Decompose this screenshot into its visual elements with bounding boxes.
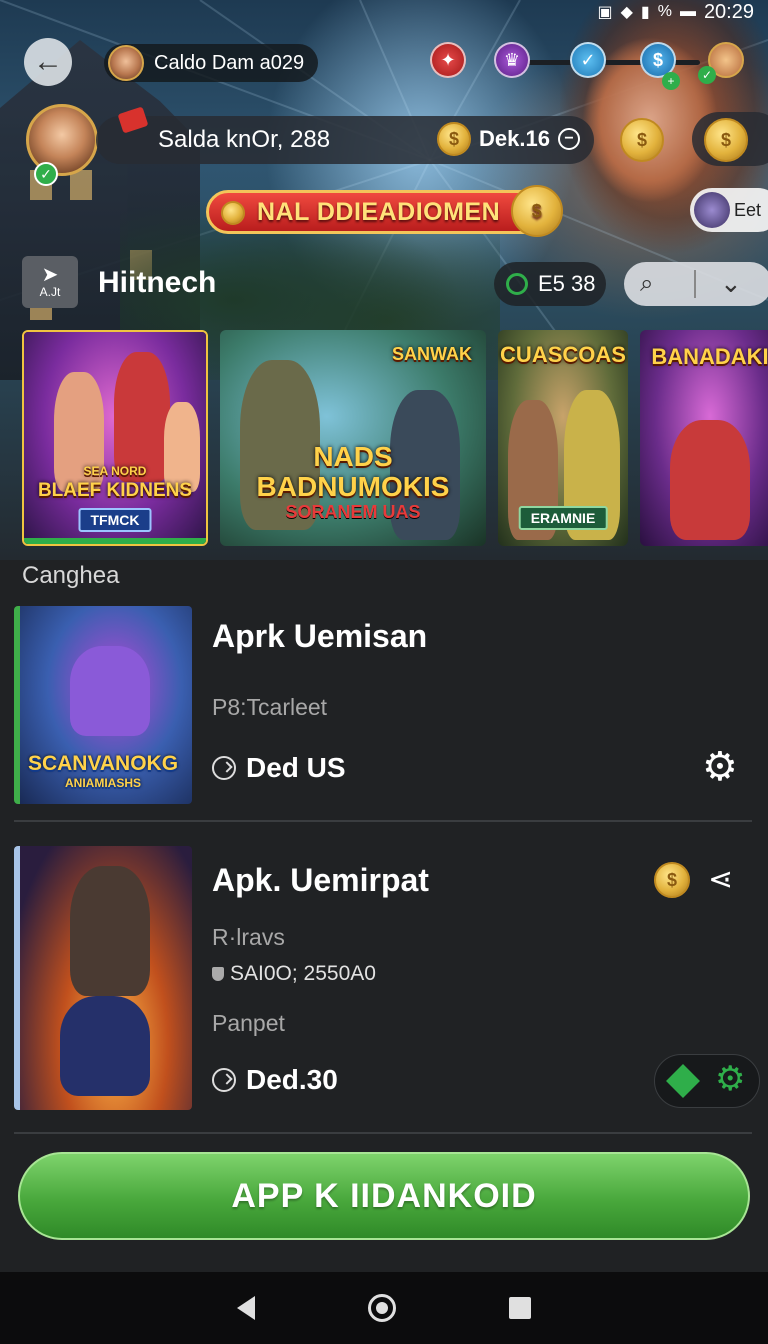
timer-ring-icon [506, 273, 528, 295]
check-icon: ✓ [698, 66, 716, 84]
item-thumbnail[interactable] [14, 846, 192, 1110]
divider [694, 270, 696, 298]
divider [14, 820, 752, 822]
red-badge-icon[interactable]: ✦ [430, 42, 466, 78]
search-filter-pill: ⌕ ⌄ [624, 262, 768, 306]
carousel-card[interactable]: BANADAKI [640, 330, 768, 546]
minus-circle-icon[interactable]: − [558, 128, 580, 150]
currency-display: $ Dek.16 − [437, 122, 580, 156]
diamond-icon[interactable] [666, 1064, 700, 1098]
coin-icon: $ [704, 118, 748, 162]
card-tag: TFMCK [78, 508, 152, 532]
timer-pill: E5 38 [494, 262, 606, 306]
item-line-2: SAI0O; 2550A0 [212, 962, 376, 986]
card-top-title: SANWAK [392, 344, 472, 364]
avatar [108, 45, 144, 81]
card-title: BLAEF KIDNENS [37, 480, 193, 501]
card-subtitle: SEA NORD [83, 464, 147, 478]
section-icon[interactable]: ➤ A.Jt [22, 256, 78, 308]
item-line-3: Panpet [212, 1010, 285, 1036]
plus-badge-icon: + [662, 72, 680, 90]
promo-label: NAL DDIEADIOMEN [257, 197, 501, 226]
timer-value: E5 38 [538, 271, 596, 296]
paper-plane-icon: ➤ [41, 264, 59, 286]
notification-icon: ▣ [597, 4, 613, 21]
carousel-card[interactable]: CUASCOAS ERAMNIE [498, 330, 628, 546]
coin-icon: $ [511, 185, 563, 237]
battery-icon: ▬ [679, 3, 696, 20]
section-icon-label: A.Jt [39, 285, 61, 299]
nav-recent-apps-icon[interactable] [509, 1297, 532, 1319]
section-title: Hiitnech [98, 266, 217, 299]
card-title: BANADAKI [651, 344, 768, 369]
item-meta-text: Ded US [246, 752, 346, 783]
balance-text: Salda knOr, 288 [158, 126, 331, 153]
user-chip[interactable]: Eet [690, 188, 768, 232]
clock-time: 20:29 [703, 0, 754, 23]
card-tag: ERAMNIE [518, 506, 608, 530]
item-line-2-text: SAI0O; 2550A0 [230, 962, 376, 985]
check-badge-icon[interactable]: ✓ [570, 42, 606, 78]
list-item[interactable]: SCANVANOKG ANIAMIASHS Aprk Uemisan P8:Tc… [14, 606, 754, 806]
item-thumbnail[interactable]: SCANVANOKG ANIAMIASHS [14, 606, 192, 804]
clock-icon [212, 1068, 236, 1092]
card-title: NADS BADNUMOKIS [256, 441, 450, 502]
user-chip-label: Eet [734, 199, 762, 220]
balance-bar[interactable]: Salda knOr, 288 $ Dek.16 − [96, 116, 594, 164]
install-button[interactable]: APP K IIDANKOID [18, 1152, 750, 1240]
category-label: Canghea [22, 562, 120, 589]
wifi-icon: ◆ [620, 4, 633, 21]
coin-icon [221, 201, 245, 225]
divider [14, 1132, 752, 1134]
achievement-badges: ✦ ♛ ✓ $ + ✓ [430, 42, 760, 90]
item-line-1: R·lravs [212, 924, 285, 950]
chevron-down-icon[interactable]: ⌄ [720, 268, 742, 299]
purple-badge-icon[interactable]: ♛ [494, 42, 530, 78]
system-navbar [0, 1272, 768, 1344]
profile-name-pill[interactable]: Caldo Dam a029 [104, 44, 319, 82]
item-title: Aprk Uemisan [212, 618, 428, 654]
coin-icon: $ [437, 122, 472, 156]
selected-indicator [24, 538, 206, 544]
coin-shop-button[interactable]: $ [692, 112, 768, 166]
currency-label: Dek.16 [479, 126, 550, 151]
thumb-art [20, 846, 192, 1110]
nav-back-icon[interactable] [236, 1296, 255, 1320]
coin-icon[interactable]: $ [654, 862, 690, 898]
carousel-card[interactable]: SANWAK NADS BADNUMOKIS SORANEM UAS [220, 330, 486, 546]
gear-icon[interactable]: ⚙ [715, 1059, 745, 1099]
card-subtitle: SORANEM UAS [285, 502, 421, 522]
item-subtitle: P8:Tcarleet [212, 694, 328, 720]
avatar [694, 192, 730, 228]
coin-icon: $ [620, 118, 664, 162]
percent-icon: % [657, 3, 672, 20]
search-icon[interactable]: ⌕ [640, 270, 653, 298]
arrow-left-icon: ← [33, 45, 63, 78]
item-meta: Ded.30 [212, 1064, 338, 1096]
thumb-title: SCANVANOKG [27, 752, 179, 775]
game-carousel: SEA NORD BLAEF KIDNENS TFMCK SANWAK NADS… [0, 330, 768, 552]
action-pill: ⚙ [654, 1054, 760, 1108]
list-item[interactable]: Apk. Uemirpat R·lravs SAI0O; 2550A0 Panp… [14, 846, 760, 1112]
promo-banner[interactable]: NAL DDIEADIOMEN $ [206, 185, 563, 237]
item-title: Apk. Uemirpat [212, 862, 429, 898]
gear-icon[interactable]: ⚙ [702, 744, 738, 790]
shield-icon [212, 967, 224, 981]
back-button[interactable]: ← [24, 38, 72, 86]
nav-home-icon[interactable] [367, 1294, 396, 1322]
share-icon[interactable]: ⋖ [708, 862, 733, 897]
carousel-card[interactable]: SEA NORD BLAEF KIDNENS TFMCK [22, 330, 208, 546]
verified-check-icon: ✓ [34, 162, 58, 186]
signal-icon: ▮ [640, 4, 650, 21]
item-meta: Ded US [212, 752, 346, 784]
clock-icon [212, 756, 236, 780]
item-meta-text: Ded.30 [246, 1064, 338, 1095]
status-bar: ▣ ◆ ▮ % ▬ 20:29 [597, 0, 754, 24]
card-title: CUASCOAS [500, 342, 626, 367]
profile-name: Caldo Dam a029 [154, 51, 305, 74]
thumb-subtitle: ANIAMIASHS [64, 776, 141, 790]
